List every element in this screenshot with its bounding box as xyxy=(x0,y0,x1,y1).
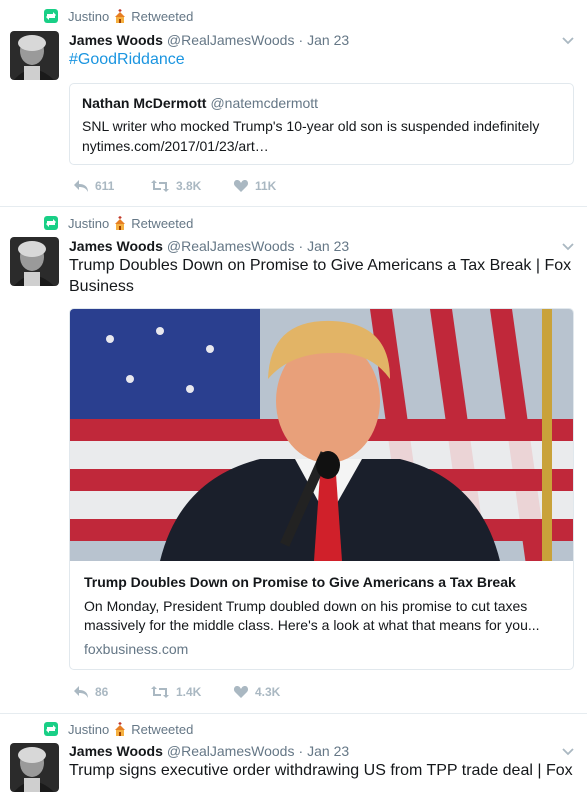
reply-count: 86 xyxy=(95,685,109,699)
quoted-tweet-header: Nathan McDermott @natemcdermott xyxy=(82,94,561,112)
chevron-down-icon[interactable] xyxy=(561,33,575,47)
reply-icon xyxy=(74,686,88,698)
quoted-author-handle: @natemcdermott xyxy=(210,95,319,111)
dot-separator: · xyxy=(298,743,304,759)
tweet[interactable]: Justino Retweeted James Woods @RealJamesWo… xyxy=(0,207,587,714)
quoted-link: nytimes.com/2017/01/23/art… xyxy=(82,138,269,154)
like-button[interactable]: 4.3K xyxy=(233,684,280,700)
retweet-count: 3.8K xyxy=(176,179,202,193)
retweet-count: 1.4K xyxy=(176,685,202,699)
author-name[interactable]: James Woods xyxy=(69,238,163,254)
author-name[interactable]: James Woods xyxy=(69,32,163,48)
author-handle[interactable]: @RealJamesWoods xyxy=(167,32,295,48)
quoted-text-body: SNL writer who mocked Trump's 10-year ol… xyxy=(82,118,540,134)
retweet-icon xyxy=(44,722,58,736)
tweet[interactable]: Justino Retweeted James Woods @RealJamesWo… xyxy=(0,714,587,792)
card-title: Trump Doubles Down on Promise to Give Am… xyxy=(84,574,516,590)
retweet-button[interactable]: 3.8K xyxy=(150,178,201,194)
tweet-header: James Woods @RealJamesWoods · Jan 23 xyxy=(69,742,349,760)
church-emoji-icon xyxy=(113,722,127,740)
tweet-header: James Woods @RealJamesWoods · Jan 23 xyxy=(69,237,349,255)
tweet-text[interactable]: Trump signs executive order withdrawing … xyxy=(69,760,587,781)
avatar[interactable] xyxy=(10,743,59,792)
retweet-icon xyxy=(44,216,58,230)
tweet-header: James Woods @RealJamesWoods · Jan 23 xyxy=(69,31,349,49)
card-domain: foxbusiness.com xyxy=(84,641,189,657)
tweet-date[interactable]: Jan 23 xyxy=(307,743,349,759)
retweet-icon xyxy=(151,686,169,698)
card-description: On Monday, President Trump doubled down … xyxy=(84,598,540,633)
reply-count: 611 xyxy=(95,179,115,193)
retweeted-label: Retweeted xyxy=(131,9,194,24)
like-count: 11K xyxy=(255,179,277,193)
retweet-context: Justino Retweeted xyxy=(44,216,193,232)
dot-separator: · xyxy=(298,32,304,48)
dot-separator: · xyxy=(298,238,304,254)
retweet-button[interactable]: 1.4K xyxy=(150,684,201,700)
retweet-context: Justino Retweeted xyxy=(44,722,193,738)
author-handle[interactable]: @RealJamesWoods xyxy=(167,743,295,759)
church-emoji-icon xyxy=(113,216,127,234)
author-name[interactable]: James Woods xyxy=(69,743,163,759)
like-count: 4.3K xyxy=(255,685,281,699)
like-button[interactable]: 11K xyxy=(233,178,276,194)
card-body: Trump Doubles Down on Promise to Give Am… xyxy=(70,561,573,669)
church-emoji-icon xyxy=(113,9,127,27)
avatar[interactable] xyxy=(10,237,59,286)
tweet[interactable]: Justino Retweeted James Woods @RealJamesWo… xyxy=(0,0,587,207)
reply-button[interactable]: 86 xyxy=(73,684,108,700)
avatar[interactable] xyxy=(10,31,59,80)
tweet-text[interactable]: Trump Doubles Down on Promise to Give Am… xyxy=(69,255,574,297)
chevron-down-icon[interactable] xyxy=(561,239,575,253)
quoted-author-name: Nathan McDermott xyxy=(82,95,207,111)
retweeted-label: Retweeted xyxy=(131,722,194,737)
tweet-date[interactable]: Jan 23 xyxy=(307,238,349,254)
author-handle[interactable]: @RealJamesWoods xyxy=(167,238,295,254)
retweeter-name[interactable]: Justino xyxy=(68,722,109,737)
card-image xyxy=(70,309,573,561)
retweet-context: Justino Retweeted xyxy=(44,9,193,25)
retweeter-name[interactable]: Justino xyxy=(68,216,109,231)
tweet-date[interactable]: Jan 23 xyxy=(307,32,349,48)
like-icon xyxy=(233,180,249,192)
quoted-tweet[interactable]: Nathan McDermott @natemcdermott SNL write… xyxy=(69,83,574,165)
link-card[interactable]: Trump Doubles Down on Promise to Give Am… xyxy=(69,308,574,670)
retweet-icon xyxy=(44,9,58,23)
retweeted-label: Retweeted xyxy=(131,216,194,231)
reply-button[interactable]: 611 xyxy=(73,178,114,194)
tweet-text[interactable]: #GoodRiddance xyxy=(69,49,574,70)
like-icon xyxy=(233,686,249,698)
retweet-icon xyxy=(151,180,169,192)
quoted-tweet-text: SNL writer who mocked Trump's 10-year ol… xyxy=(82,116,561,156)
retweeter-name[interactable]: Justino xyxy=(68,9,109,24)
chevron-down-icon[interactable] xyxy=(561,744,575,758)
reply-icon xyxy=(74,180,88,192)
hashtag-link[interactable]: #GoodRiddance xyxy=(69,51,185,68)
